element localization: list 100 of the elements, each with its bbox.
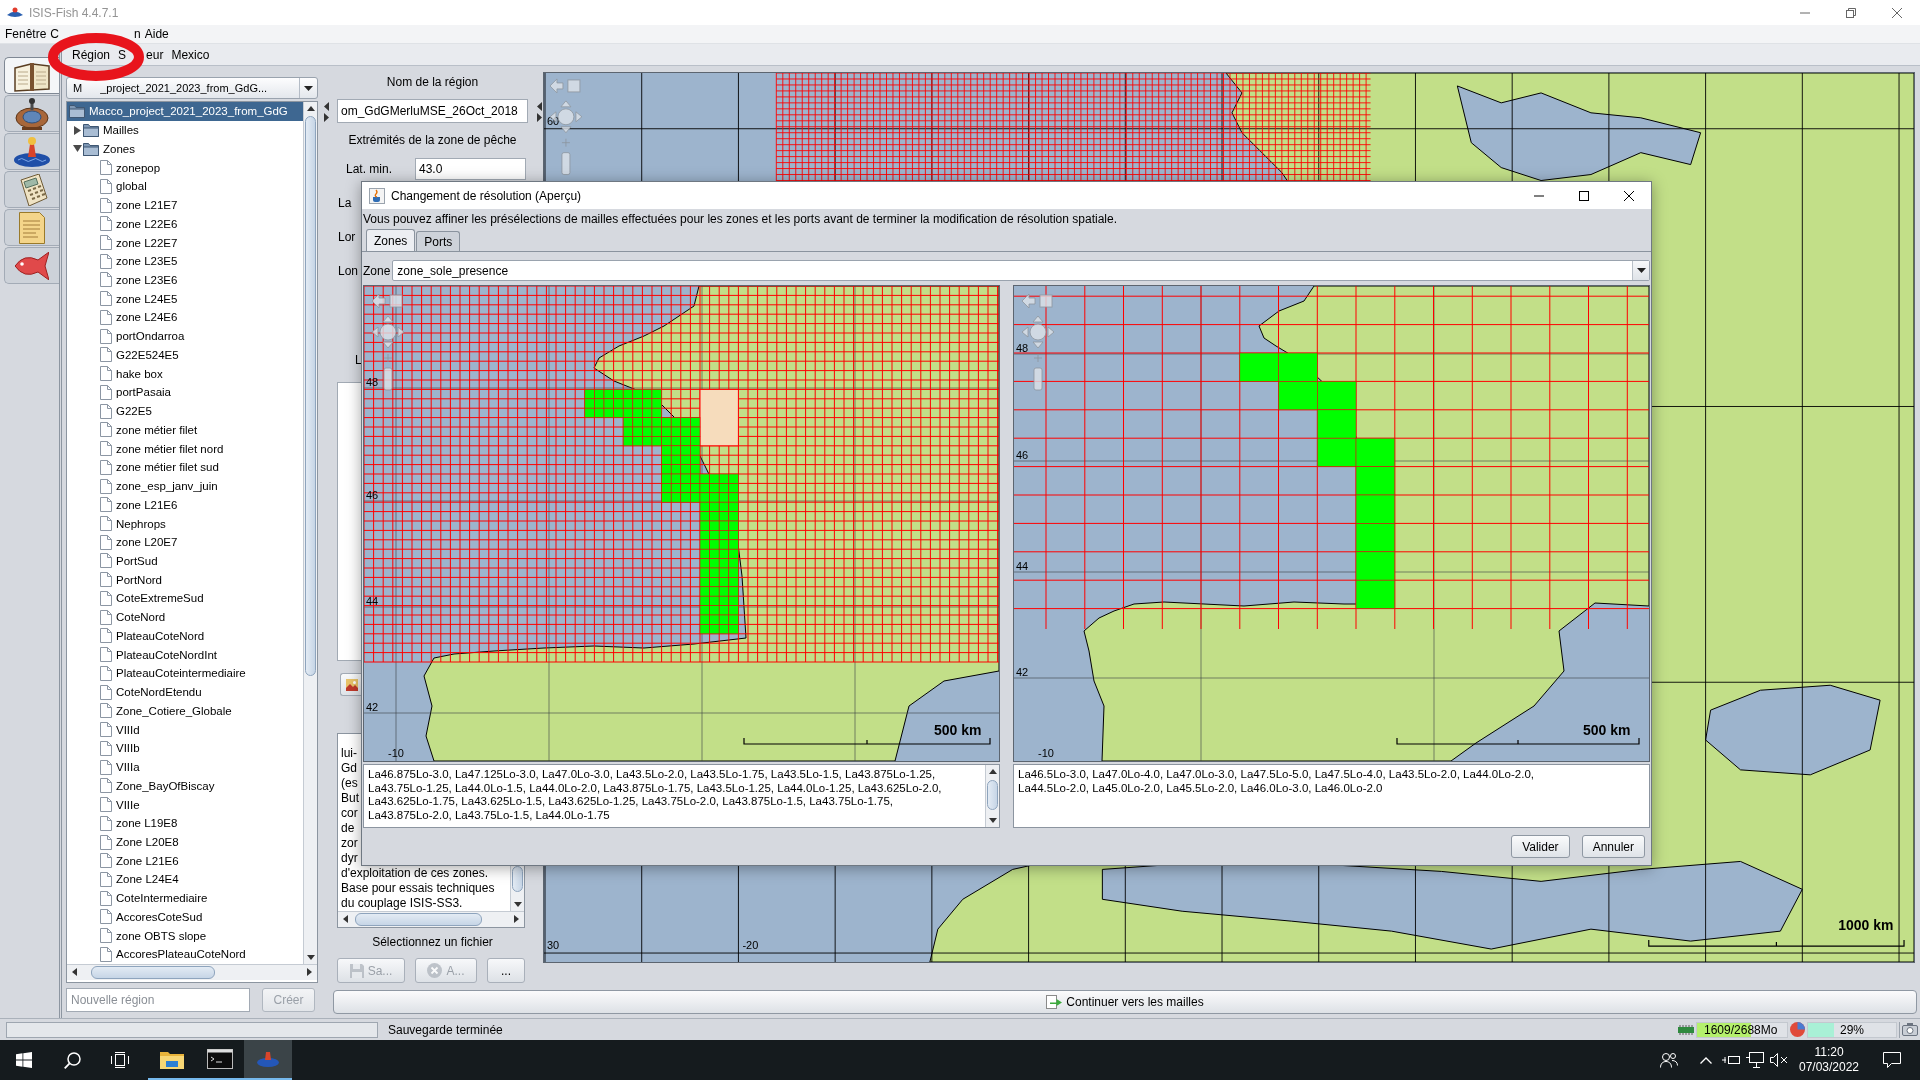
selected-cell[interactable] (728, 586, 739, 597)
selected-cell[interactable] (1278, 381, 1318, 411)
selected-cell[interactable] (699, 539, 710, 550)
selected-cell[interactable] (709, 548, 720, 559)
tree-item[interactable]: zone L21E7 (67, 195, 303, 215)
network-icon[interactable] (1746, 1052, 1764, 1068)
restore-icon[interactable] (1846, 7, 1856, 18)
selected-cell[interactable] (728, 605, 739, 616)
cells-text-area[interactable]: La46.5Lo-3.0, La47.0Lo-4.0, La47.0Lo-3.0, La47.5Lo-5.0, La47.5Lo-4.0, La43.5Lo-2.0, La44.0Lo-2.0, La44.5Lo-2.0, La45.0Lo-2.0, La45.5Lo-2.0, La46.0Lo-3.0, La46.0Lo-2.0 (1013, 764, 1650, 828)
selected-cell[interactable] (603, 398, 614, 409)
down-arrow-icon[interactable] (514, 902, 522, 907)
tree-item[interactable]: zone L24E5 (67, 289, 303, 309)
selected-cell[interactable] (699, 520, 710, 531)
tree-item[interactable]: Mailles (67, 120, 303, 140)
browse-button[interactable]: ... (487, 958, 525, 983)
up-arrow-icon[interactable] (989, 769, 997, 774)
selected-cell[interactable] (728, 530, 739, 541)
selected-cell[interactable] (661, 417, 672, 428)
selected-cell[interactable] (632, 436, 643, 447)
tab[interactable]: Zones (366, 229, 416, 251)
selected-cell[interactable] (632, 426, 643, 437)
tree-item[interactable]: VIIIe (67, 795, 303, 814)
selected-cell[interactable] (1317, 409, 1357, 439)
people-icon[interactable] (1660, 1052, 1678, 1068)
tree-item[interactable]: Zone L24E4 (67, 870, 303, 889)
selected-cell[interactable] (680, 445, 691, 456)
selected-cell[interactable] (709, 586, 720, 597)
scrollbar-thumb[interactable] (987, 780, 998, 810)
tree-item[interactable]: CoteExtremeSud (67, 589, 303, 608)
tree-item[interactable]: zone L22E6 (67, 214, 303, 234)
map-navigation-icon[interactable] (549, 78, 583, 176)
selected-cell[interactable] (718, 586, 730, 597)
selected-cell[interactable] (709, 520, 720, 531)
selected-cell[interactable] (699, 624, 710, 635)
selected-cell[interactable] (690, 464, 701, 475)
selected-cell[interactable] (699, 614, 710, 625)
tool-button[interactable] (4, 95, 59, 132)
selected-cell[interactable] (709, 577, 720, 588)
tree-item[interactable]: PortSud (67, 551, 303, 571)
tree-item[interactable]: zone L22E7 (67, 233, 303, 252)
menu-item[interactable]: Région (68, 47, 115, 62)
region-name-field[interactable]: om_GdGMerluMSE_26Oct_2018 (337, 99, 528, 123)
tree-item[interactable]: VIIId (67, 720, 303, 739)
selected-cell[interactable] (594, 398, 605, 409)
tree-item[interactable]: zonepop (67, 158, 303, 177)
coordinate-field[interactable]: 43.0 (415, 158, 526, 180)
close-icon[interactable] (1623, 190, 1634, 201)
selected-cell[interactable] (1355, 579, 1396, 609)
speaker-muted-icon[interactable] (1770, 1053, 1788, 1067)
selected-cell[interactable] (690, 454, 701, 465)
notification-icon[interactable] (1883, 1052, 1901, 1068)
selected-cell[interactable] (709, 492, 720, 503)
continue-button[interactable]: Continuer vers les mailles (333, 990, 1917, 1014)
selected-cell[interactable] (718, 492, 730, 503)
selected-cell[interactable] (613, 398, 624, 409)
tree-item[interactable]: zone métier filet nord (67, 439, 303, 458)
selected-cell[interactable] (718, 539, 730, 550)
selected-cell[interactable] (699, 473, 710, 484)
maximize-icon[interactable] (1578, 190, 1589, 201)
tree-item[interactable]: PortNord (67, 570, 303, 590)
selected-cell[interactable] (709, 501, 720, 512)
tree-item[interactable]: G22E5 (67, 401, 303, 421)
selected-cell[interactable] (728, 539, 739, 550)
selected-cell[interactable] (1278, 352, 1318, 382)
selected-cell[interactable] (728, 511, 739, 522)
selected-cell[interactable] (728, 473, 739, 484)
selected-cell[interactable] (661, 492, 672, 503)
scrollbar-thumb[interactable] (512, 866, 523, 892)
selected-cell[interactable] (1355, 494, 1396, 524)
selected-cell[interactable] (661, 483, 672, 494)
selected-cell[interactable] (584, 407, 595, 418)
selected-cell[interactable] (728, 624, 739, 635)
selected-cell[interactable] (728, 595, 739, 606)
tree-item[interactable]: Zone L20E8 (67, 832, 303, 852)
tool-button[interactable] (4, 171, 59, 208)
selected-cell[interactable] (728, 520, 739, 531)
selected-cell[interactable] (613, 407, 624, 418)
menu-item[interactable]: n (134, 27, 141, 41)
splitter-arrows-icon[interactable] (323, 102, 329, 122)
selected-cell[interactable] (690, 417, 701, 428)
menu-item[interactable]: Aide (142, 27, 171, 41)
selected-cell[interactable] (728, 483, 739, 494)
selected-cell[interactable] (709, 539, 720, 550)
selected-cell[interactable] (642, 398, 653, 409)
right-arrow-icon[interactable] (307, 968, 312, 976)
selected-cell[interactable] (622, 398, 634, 409)
tree-item[interactable]: zone L21E6 (67, 495, 303, 515)
left-arrow-icon[interactable] (343, 915, 348, 923)
tree-item[interactable]: PlateauCoteNordInt (67, 645, 303, 665)
search-icon[interactable] (63, 1051, 81, 1069)
tree-item[interactable]: zone métier filet (67, 420, 303, 440)
selected-cell[interactable] (1355, 523, 1396, 553)
menu-item[interactable]: eur (146, 47, 164, 62)
selected-cell[interactable] (709, 614, 720, 625)
menu-item[interactable]: Fenêtre (3, 27, 49, 41)
tree-item[interactable]: zone L20E7 (67, 532, 303, 552)
selected-cell[interactable] (661, 473, 672, 484)
chevron-up-icon[interactable] (1700, 1056, 1712, 1064)
tree-item[interactable]: Zone_Cotiere_Globale (67, 701, 303, 721)
tab[interactable]: Ports (416, 231, 461, 251)
